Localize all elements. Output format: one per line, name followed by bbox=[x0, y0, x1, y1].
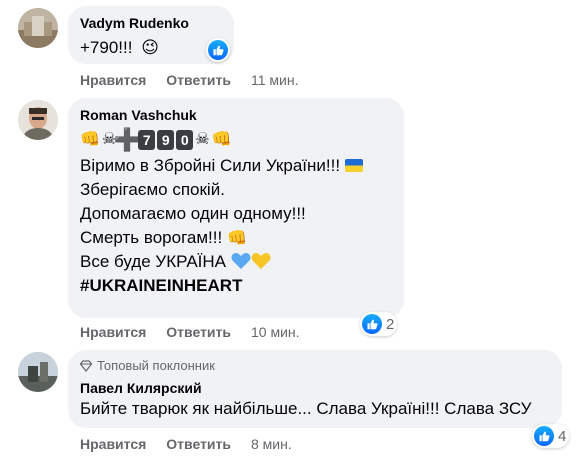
diamond-icon bbox=[80, 359, 92, 372]
avatar-photo bbox=[18, 8, 58, 48]
like-icon bbox=[362, 314, 382, 334]
comment-line: Допомагаємо один одному!!! bbox=[80, 204, 306, 223]
digit-emoji: 9 bbox=[157, 130, 175, 150]
badge-label: Топовый поклонник bbox=[97, 358, 215, 373]
ukraine-flag-icon bbox=[344, 159, 363, 172]
wink-emoji-icon: 😉 bbox=[141, 38, 159, 57]
comment-author[interactable]: Roman Vashchuk bbox=[80, 106, 392, 124]
plus-emoji-icon: ➕ bbox=[113, 127, 141, 152]
blue-heart-icon bbox=[231, 253, 251, 269]
comment-actions: Нравится Ответить 8 мин. bbox=[80, 436, 292, 452]
reaction-summary[interactable] bbox=[206, 38, 230, 62]
comment-bubble: Топовый поклонник Павел Килярский Бийте … bbox=[68, 350, 562, 428]
comment-bubble: Roman Vashchuk 👊 ☠ ➕ 7 9 0 ☠ 👊 Віримо в … bbox=[68, 98, 404, 318]
avatar[interactable] bbox=[18, 352, 58, 392]
fist-emoji-icon: 👊 bbox=[226, 230, 247, 247]
comment-time[interactable]: 10 мин. bbox=[251, 324, 300, 340]
like-button[interactable]: Нравится bbox=[80, 324, 146, 340]
reaction-count: 2 bbox=[386, 315, 395, 333]
comment-line: Все буде УКРАЇНА bbox=[80, 252, 226, 271]
fist-emoji-icon: 👊 bbox=[80, 131, 100, 148]
emoji-row: 👊 ☠ ➕ 7 9 0 ☠ 👊 bbox=[80, 127, 392, 152]
avatar[interactable] bbox=[18, 8, 58, 48]
reaction-count: 4 bbox=[558, 427, 567, 445]
comment-line: Смерть ворогам!!! bbox=[80, 228, 223, 247]
comment-time[interactable]: 11 мин. bbox=[251, 72, 299, 88]
comment-line: Зберігаємо спокій. bbox=[80, 180, 225, 199]
reaction-summary[interactable]: 2 bbox=[360, 312, 398, 336]
reaction-summary[interactable]: 4 bbox=[532, 424, 570, 448]
like-icon bbox=[534, 426, 554, 446]
fist-emoji-icon: 👊 bbox=[211, 131, 232, 148]
avatar-photo bbox=[18, 100, 58, 140]
reply-button[interactable]: Ответить bbox=[166, 436, 231, 452]
digit-emoji: 7 bbox=[138, 130, 156, 150]
comment-line: Віримо в Збройні Сили України!!! bbox=[80, 156, 341, 175]
comment-text: Бийте тварюк як найбільше... Слава Украї… bbox=[80, 399, 532, 418]
hashtag-link[interactable]: #UKRAINEINHEART bbox=[80, 274, 392, 298]
digit-emoji: 0 bbox=[176, 130, 194, 150]
comment-time[interactable]: 8 мин. bbox=[251, 436, 292, 452]
like-button[interactable]: Нравится bbox=[80, 436, 146, 452]
avatar[interactable] bbox=[18, 100, 58, 140]
reply-button[interactable]: Ответить bbox=[166, 324, 231, 340]
like-icon bbox=[208, 40, 228, 60]
comment-text: +790!!! bbox=[80, 38, 133, 57]
top-fan-badge: Топовый поклонник bbox=[80, 358, 550, 373]
avatar-photo bbox=[18, 352, 58, 392]
comment-actions: Нравится Ответить 11 мин. bbox=[80, 72, 299, 88]
comment-author[interactable]: Павел Килярский bbox=[80, 379, 550, 397]
comment-actions: Нравится Ответить 10 мин. bbox=[80, 324, 300, 340]
comment-author[interactable]: Vadym Rudenko bbox=[80, 14, 222, 32]
like-button[interactable]: Нравится bbox=[80, 72, 146, 88]
reply-button[interactable]: Ответить bbox=[166, 72, 231, 88]
skull-emoji-icon: ☠ bbox=[195, 131, 210, 148]
yellow-heart-icon bbox=[251, 253, 271, 269]
